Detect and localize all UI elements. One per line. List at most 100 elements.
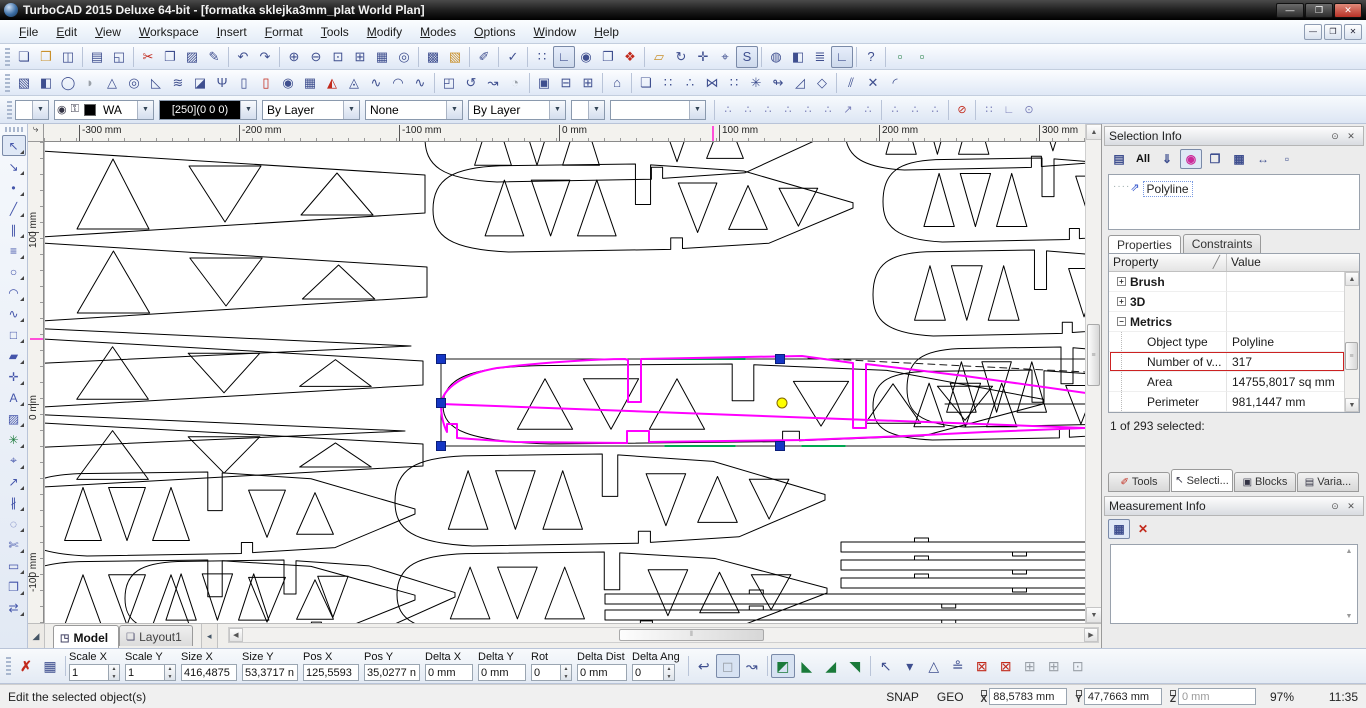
sphere-icon[interactable]: ◯ bbox=[57, 72, 79, 94]
snap-midpoint-icon[interactable]: ∴ bbox=[738, 100, 758, 120]
subtract-2d-icon[interactable]: ⊟ bbox=[555, 72, 577, 94]
zoom-fit-icon[interactable]: ⊞ bbox=[349, 46, 371, 68]
highlight-icon[interactable]: ◉ bbox=[1180, 149, 1202, 169]
dock-tab-blocks[interactable]: ▣Blocks bbox=[1234, 472, 1296, 492]
tool-slash-dim-icon[interactable]: ∦ bbox=[2, 492, 26, 513]
dock-tab-varia[interactable]: ▤Varia... bbox=[1297, 472, 1359, 492]
facet-icon[interactable]: ⌂ bbox=[606, 72, 628, 94]
tab-splitter-icon[interactable]: ◢ bbox=[28, 624, 45, 648]
tool-double-line-icon[interactable]: ∥ bbox=[2, 219, 26, 240]
render-scene-icon[interactable]: ◧ bbox=[787, 46, 809, 68]
menu-format[interactable]: Format bbox=[256, 22, 312, 42]
reference-vertex-dot[interactable] bbox=[777, 398, 787, 408]
mdi-close-button[interactable]: ✕ bbox=[1344, 24, 1362, 40]
snap-aperture-icon[interactable]: ⊙ bbox=[1019, 100, 1039, 120]
horizontal-ruler[interactable]: -300 mm-200 mm-100 mm0 mm100 mm200 mm300… bbox=[44, 124, 1085, 142]
insert-block-icon[interactable]: ▩ bbox=[422, 46, 444, 68]
menu-workspace[interactable]: Workspace bbox=[130, 22, 208, 42]
snap-nearest-icon[interactable]: ∴ bbox=[798, 100, 818, 120]
field-scale-x[interactable] bbox=[69, 664, 109, 681]
show-table-icon[interactable]: ▦ bbox=[1228, 149, 1250, 169]
pan-3d-icon[interactable]: ✛ bbox=[692, 46, 714, 68]
column-header-value[interactable]: Value bbox=[1227, 254, 1359, 271]
menu-edit[interactable]: Edit bbox=[47, 22, 86, 42]
spinner-icon[interactable]: ▲▼ bbox=[165, 664, 176, 681]
flexi-curve-icon[interactable]: ↝ bbox=[740, 654, 764, 678]
measure-points-icon[interactable]: ↔ bbox=[1252, 149, 1274, 169]
zoom-in-icon[interactable]: ⊕ bbox=[283, 46, 305, 68]
tool-move-icon[interactable]: ✛ bbox=[2, 366, 26, 387]
spell-check-icon[interactable]: ✓ bbox=[502, 46, 524, 68]
close-panel-icon[interactable]: ✕ bbox=[1343, 129, 1359, 143]
intersect-2d-icon[interactable]: ⊞ bbox=[577, 72, 599, 94]
menu-modify[interactable]: Modify bbox=[358, 22, 411, 42]
format-painter-icon[interactable]: ✎ bbox=[203, 46, 225, 68]
select-cp-mode-icon[interactable]: ◢ bbox=[819, 654, 843, 678]
tab-properties[interactable]: Properties bbox=[1108, 235, 1181, 254]
horizontal-scroll-thumb[interactable]: ⦀ bbox=[619, 629, 764, 641]
tool-pan-zoom-icon[interactable]: ⇄ bbox=[2, 597, 26, 618]
show-table-icon[interactable]: ▦ bbox=[38, 654, 62, 678]
fit-to-curve-icon[interactable]: ↬ bbox=[767, 72, 789, 94]
mark-red-1-icon[interactable]: ⊠ bbox=[970, 654, 994, 678]
folder-3d-icon[interactable]: ▱ bbox=[648, 46, 670, 68]
array-grid-2-icon[interactable]: ∷ bbox=[723, 72, 745, 94]
column-header-property[interactable]: Property ╱ bbox=[1109, 254, 1227, 271]
menu-options[interactable]: Options bbox=[465, 22, 524, 42]
properties-dialog-icon[interactable]: ▤ bbox=[1108, 149, 1130, 169]
undo-icon[interactable]: ↶ bbox=[232, 46, 254, 68]
menu-modes[interactable]: Modes bbox=[411, 22, 465, 42]
minimize-button[interactable]: — bbox=[1276, 3, 1304, 18]
tool-camera-icon[interactable]: ⌖ bbox=[2, 450, 26, 471]
menu-insert[interactable]: Insert bbox=[208, 22, 256, 42]
pin-icon[interactable]: ⊙ bbox=[1327, 129, 1343, 143]
toggle-snap[interactable]: SNAP bbox=[877, 690, 928, 704]
zoom-out-icon[interactable]: ⊖ bbox=[305, 46, 327, 68]
snap-intersection-icon[interactable]: ∴ bbox=[818, 100, 838, 120]
menu-file[interactable]: File bbox=[10, 22, 47, 42]
tool-select-rect-icon[interactable]: ▭ bbox=[2, 555, 26, 576]
color-bars-icon[interactable]: ≣ bbox=[809, 46, 831, 68]
new-icon[interactable]: ❏ bbox=[13, 46, 35, 68]
property-row[interactable]: Perimeter981,1447 mm bbox=[1109, 392, 1344, 412]
array-polar-icon[interactable]: ∴ bbox=[679, 72, 701, 94]
chevron-down-icon[interactable]: ▼ bbox=[32, 101, 48, 119]
selection-handle[interactable] bbox=[437, 399, 446, 408]
tool-line-icon[interactable]: ╱ bbox=[2, 198, 26, 219]
show-table-icon[interactable]: ▦ bbox=[1108, 519, 1130, 539]
expand-icon[interactable]: + bbox=[1117, 297, 1126, 306]
property-row[interactable]: +Brush bbox=[1109, 272, 1344, 292]
select-wp-mode-icon[interactable]: ◣ bbox=[795, 654, 819, 678]
field-pos-y[interactable] bbox=[364, 664, 420, 681]
select-frame-2-icon[interactable]: ▫ bbox=[911, 46, 933, 68]
page-flip-icon[interactable]: ❐ bbox=[597, 46, 619, 68]
measurement-scrollbar[interactable]: ▲▼ bbox=[1342, 546, 1356, 622]
maximize-button[interactable]: ❐ bbox=[1305, 3, 1333, 18]
selection-handle[interactable] bbox=[776, 355, 785, 364]
arc-3d-icon[interactable]: ◠ bbox=[387, 72, 409, 94]
tool-knife-icon[interactable]: ✄ bbox=[2, 534, 26, 555]
field-delta-y[interactable] bbox=[478, 664, 526, 681]
coord-z-value[interactable]: 0 mm bbox=[1178, 688, 1256, 705]
axis-z-icon[interactable]: Z bbox=[1170, 690, 1176, 703]
material-editor-icon[interactable]: ◍ bbox=[765, 46, 787, 68]
measurement-list[interactable]: ▲▼ bbox=[1110, 544, 1358, 624]
cancel-edit-icon[interactable]: ✗ bbox=[14, 654, 38, 678]
zoom-level[interactable]: 97% bbox=[1256, 690, 1308, 704]
coord-y-value[interactable]: 47,7663 mm bbox=[1084, 688, 1162, 705]
pour-selection-icon[interactable]: ⇓ bbox=[1156, 149, 1178, 169]
menu-window[interactable]: Window bbox=[525, 22, 586, 42]
copy-table-icon[interactable]: ❐ bbox=[1204, 149, 1226, 169]
context-help-icon[interactable]: ? bbox=[860, 46, 882, 68]
snap-ortho-icon[interactable]: ∟ bbox=[999, 100, 1019, 120]
tool-symmetry-icon[interactable]: ✳ bbox=[2, 429, 26, 450]
array-copy-icon[interactable]: ❏ bbox=[635, 72, 657, 94]
tool-copy-entity-icon[interactable]: ❐ bbox=[2, 576, 26, 597]
tool-circle-icon[interactable]: ○ bbox=[2, 261, 26, 282]
field-size-x[interactable] bbox=[181, 664, 237, 681]
print-icon[interactable]: ▤ bbox=[86, 46, 108, 68]
tab-scroll-left-icon[interactable]: ◂ bbox=[201, 624, 218, 648]
array-mirror-icon[interactable]: ⋈ bbox=[701, 72, 723, 94]
chevron-down-icon[interactable]: ▼ bbox=[689, 101, 705, 119]
extrude-mini-icon[interactable]: ◿ bbox=[789, 72, 811, 94]
